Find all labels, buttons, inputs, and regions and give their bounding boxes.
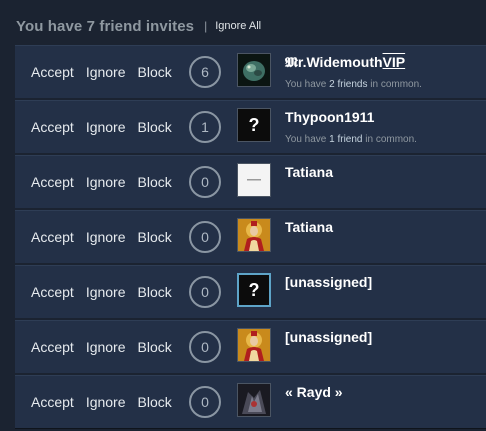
invite-row: Accept Ignore Block 0 ? [unassigned] <box>15 265 486 318</box>
invite-actions: Accept Ignore Block <box>31 101 172 153</box>
friends-in-common-count: 0 <box>189 386 221 418</box>
icon-portrait-avatar[interactable] <box>237 328 271 362</box>
friend-name[interactable]: Thypoon1911 <box>285 109 374 125</box>
friends-in-common-text: You have 1 friend in common. <box>285 134 417 145</box>
ignore-button[interactable]: Ignore <box>86 174 126 190</box>
ignore-all-link[interactable]: Ignore All <box>215 20 261 32</box>
invite-row: Accept Ignore Block 0 Tatiana <box>15 210 486 263</box>
ignore-button[interactable]: Ignore <box>86 119 126 135</box>
block-button[interactable]: Block <box>138 284 172 300</box>
friends-in-common-text: You have 2 friends in common. <box>285 79 422 90</box>
friends-in-common-count: 0 <box>189 276 221 308</box>
invite-actions: Accept Ignore Block <box>31 321 172 373</box>
invite-actions: Accept Ignore Block <box>31 376 172 428</box>
accept-button[interactable]: Accept <box>31 174 74 190</box>
block-button[interactable]: Block <box>138 64 172 80</box>
ignore-button[interactable]: Ignore <box>86 284 126 300</box>
block-button[interactable]: Block <box>138 339 172 355</box>
friends-in-common-count: 0 <box>189 166 221 198</box>
friends-in-common-count: 1 <box>189 111 221 143</box>
friend-name[interactable]: [unassigned] <box>285 329 372 345</box>
accept-button[interactable]: Accept <box>31 229 74 245</box>
accept-button[interactable]: Accept <box>31 284 74 300</box>
invite-row: Accept Ignore Block 0 « Rayd » <box>15 375 486 429</box>
ignore-button[interactable]: Ignore <box>86 339 126 355</box>
block-button[interactable]: Block <box>138 119 172 135</box>
friends-in-common-count: 6 <box>189 56 221 88</box>
icon-portrait-avatar[interactable] <box>237 218 271 252</box>
friend-name[interactable]: Tatiana <box>285 164 333 180</box>
invite-row: Accept Ignore Block 0 Tatiana <box>15 155 486 208</box>
dark-armor-avatar[interactable] <box>237 383 271 417</box>
green-creature-avatar[interactable] <box>237 53 271 87</box>
invite-row: Accept Ignore Block 6 𝕸r.WidemouthVIP Yo… <box>15 45 486 98</box>
invite-row: Accept Ignore Block 0 [unassigned] <box>15 320 486 373</box>
accept-button[interactable]: Accept <box>31 119 74 135</box>
accept-button[interactable]: Accept <box>31 394 74 410</box>
invite-actions: Accept Ignore Block <box>31 156 172 208</box>
header-separator: | <box>204 19 208 33</box>
invite-actions: Accept Ignore Block <box>31 266 172 318</box>
ignore-button[interactable]: Ignore <box>86 394 126 410</box>
question-mark-avatar[interactable]: ? <box>237 273 271 307</box>
friend-name[interactable]: Tatiana <box>285 219 333 235</box>
friends-in-common-count: 0 <box>189 331 221 363</box>
invites-title: You have 7 friend invites <box>16 17 195 35</box>
block-button[interactable]: Block <box>138 394 172 410</box>
invite-list: Accept Ignore Block 6 𝕸r.WidemouthVIP Yo… <box>15 45 486 431</box>
invite-actions: Accept Ignore Block <box>31 46 172 98</box>
invite-row: Accept Ignore Block 1 ? Thypoon1911 You … <box>15 100 486 153</box>
question-mark-avatar[interactable]: ? <box>237 108 271 142</box>
friend-name[interactable]: « Rayd » <box>285 384 343 400</box>
white-avatar[interactable] <box>237 163 271 197</box>
block-button[interactable]: Block <box>138 229 172 245</box>
ignore-button[interactable]: Ignore <box>86 229 126 245</box>
invite-actions: Accept Ignore Block <box>31 211 172 263</box>
friends-in-common-count: 0 <box>189 221 221 253</box>
friend-name[interactable]: 𝕸r.WidemouthVIP <box>285 54 405 71</box>
friend-name[interactable]: [unassigned] <box>285 274 372 290</box>
accept-button[interactable]: Accept <box>31 339 74 355</box>
accept-button[interactable]: Accept <box>31 64 74 80</box>
ignore-button[interactable]: Ignore <box>86 64 126 80</box>
block-button[interactable]: Block <box>138 174 172 190</box>
invites-header: You have 7 friend invites | Ignore All <box>16 15 261 37</box>
